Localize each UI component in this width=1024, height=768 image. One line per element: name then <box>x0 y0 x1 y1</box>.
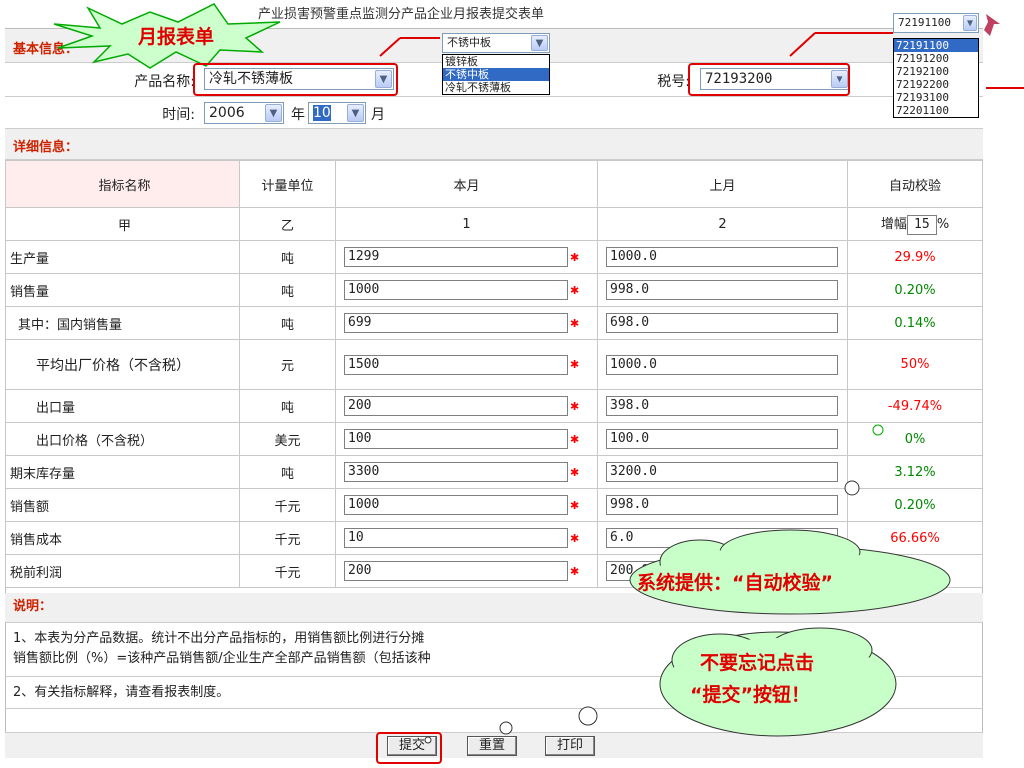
thought-bubble <box>844 480 860 496</box>
badge-text: 月报表单 <box>138 26 215 48</box>
product-leader-line <box>379 37 401 57</box>
thought-bubble <box>872 424 884 436</box>
submit-highlight <box>376 732 442 764</box>
page: 产业损害预警重点监测分产品企业月报表提交表单 基本信息： 产品名称: 冷轧不锈薄… <box>0 0 1024 768</box>
callout-submit-text-1: 不要忘记点击 <box>700 652 815 674</box>
thought-bubble <box>578 706 598 726</box>
product-highlight <box>193 63 398 96</box>
thought-bubble <box>499 721 513 735</box>
arrow-icon <box>984 14 1000 36</box>
callout-submit-text-2: “提交”按钮！ <box>690 684 810 706</box>
callout-autocheck-text: 系统提供：“自动校验” <box>637 572 833 594</box>
annotation-overlay <box>53 3 1024 744</box>
tax-leader-line <box>789 32 816 57</box>
tax-highlight <box>688 63 850 96</box>
